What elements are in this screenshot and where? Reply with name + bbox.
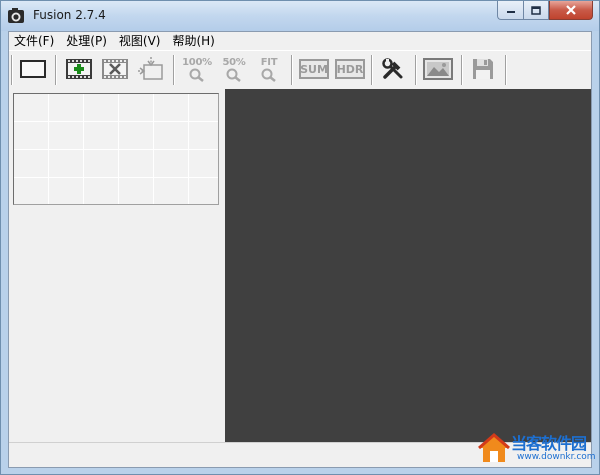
toolbar-separator [371,55,373,85]
zoom-fit-label: FIT [260,56,278,68]
menu-view[interactable]: 视图(V) [113,32,167,50]
tools-icon [382,58,403,79]
magnifier-icon [261,68,276,82]
single-frame-button[interactable] [17,54,49,84]
toolbar-separator [173,55,175,85]
sum-button[interactable]: SUM [297,54,331,84]
toolbar: 100% 50% FIT SUM HDR [9,50,591,88]
caption-buttons [497,1,593,20]
toolbar-separator [461,55,463,85]
toolbar-separator [415,55,417,85]
menu-process[interactable]: 处理(P) [60,32,113,50]
close-button[interactable] [549,1,593,20]
hdr-label: HDR [335,59,365,79]
toolbar-separator [291,55,293,85]
frame-icon [20,60,46,78]
align-icon [138,57,163,80]
watermark-logo: 当客软件园 www.downkr.com [473,428,596,468]
maximize-button[interactable] [523,1,549,20]
house-logo-icon [478,433,510,462]
watermark-text: 当客软件园 [511,434,587,453]
remove-image-button[interactable] [99,54,131,84]
app-window: Fusion 2.7.4 文件(F) 处理(P) 视图(V) 帮助(H) 100… [0,0,600,475]
zoom-50-label: 50% [222,56,246,68]
save-button[interactable] [467,54,499,84]
title-bar[interactable]: Fusion 2.7.4 [1,1,599,31]
toolbar-separator [11,55,13,85]
landscape-image-icon [423,58,453,80]
client-area: 文件(F) 处理(P) 视图(V) 帮助(H) 100% 50% FIT SUM… [8,31,592,468]
zoom-100-label: 100% [182,56,212,68]
minimize-button[interactable] [497,1,523,20]
output-image-button[interactable] [421,54,455,84]
image-thumbnail-area[interactable] [13,93,219,205]
toolbar-separator [505,55,507,85]
zoom-fit-button[interactable]: FIT [253,54,285,84]
magnifier-icon [189,68,204,82]
image-list-panel [9,89,223,442]
floppy-disk-icon [473,59,493,79]
align-images-button[interactable] [135,54,167,84]
zoom-50-button[interactable]: 50% [217,54,251,84]
add-image-button[interactable] [63,54,95,84]
hdr-button[interactable]: HDR [333,54,367,84]
menu-help[interactable]: 帮助(H) [166,32,220,50]
minimize-icon [506,11,515,13]
magnifier-icon [226,68,241,82]
watermark-url: www.downkr.com [517,452,596,462]
remove-film-icon [102,59,128,79]
image-preview-area[interactable] [225,89,591,442]
window-title: Fusion 2.7.4 [33,8,106,22]
sum-label: SUM [299,59,329,79]
add-film-icon [66,59,92,79]
maximize-icon [531,5,541,15]
close-icon [566,5,576,15]
menu-file[interactable]: 文件(F) [9,32,60,50]
menu-bar: 文件(F) 处理(P) 视图(V) 帮助(H) [9,32,591,50]
zoom-100-button[interactable]: 100% [179,54,215,84]
settings-button[interactable] [377,54,409,84]
camera-app-icon [8,8,24,23]
toolbar-separator [55,55,57,85]
